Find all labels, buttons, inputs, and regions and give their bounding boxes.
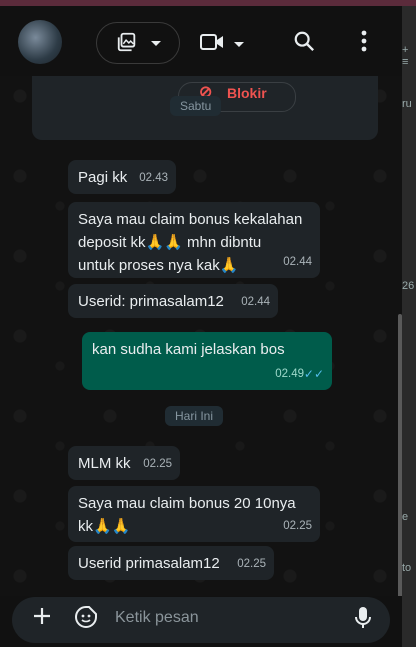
contact-avatar[interactable] <box>18 20 62 64</box>
date-separator: Hari Ini <box>165 406 224 426</box>
chat-app: ⊘ Blokir Sabtu Pagi kk 02.43 Saya mau cl… <box>0 6 402 647</box>
message-text: Userid primasalam12 <box>78 555 220 572</box>
edge-text: + ≡ <box>402 44 409 68</box>
message-time: 02.43 <box>139 172 168 184</box>
sticker-icon[interactable] <box>74 605 98 635</box>
edge-text: to <box>402 562 412 574</box>
media-picker-icon[interactable] <box>116 31 138 59</box>
message-bubble[interactable]: Userid: primasalam12 02.44 <box>68 284 278 318</box>
chevron-down-icon[interactable] <box>149 33 163 56</box>
message-text: kan sudha kami jelaskan bos <box>92 341 285 358</box>
read-receipt-icon: ✓✓ <box>303 367 324 381</box>
message-text: Pagi kk <box>78 169 128 186</box>
mic-icon[interactable] <box>354 606 372 636</box>
message-list[interactable]: ⊘ Blokir Sabtu Pagi kk 02.43 Saya mau cl… <box>0 76 402 596</box>
message-input[interactable]: Ketik pesan <box>12 597 390 643</box>
video-call-icon[interactable] <box>200 32 224 58</box>
message-time: 02.44 <box>283 256 312 268</box>
composer-bar: Ketik pesan <box>0 596 402 647</box>
message-time: 02.25 <box>237 558 266 570</box>
media-video-pill[interactable] <box>96 22 180 64</box>
more-vertical-icon[interactable] <box>360 30 368 58</box>
edge-text: e <box>402 511 409 523</box>
message-text: MLM kk <box>78 455 131 472</box>
message-time: 02.49 <box>275 368 304 380</box>
message-bubble[interactable]: MLM kk 02.25 <box>68 446 180 480</box>
message-bubble-outgoing[interactable]: kan sudha kami jelaskan bos 02.49 ✓✓ <box>82 332 332 390</box>
message-bubble[interactable]: Userid primasalam12 02.25 <box>68 546 274 580</box>
search-icon[interactable] <box>293 30 315 58</box>
message-bubble[interactable]: Saya mau claim bonus kekalahan deposit k… <box>68 202 320 278</box>
message-time: 02.25 <box>283 520 312 532</box>
message-time: 02.44 <box>241 296 270 308</box>
message-text: Saya mau claim bonus 20 10nya kk🙏🙏 <box>78 495 296 535</box>
date-separator: Sabtu <box>170 96 222 116</box>
background-window-edge: + ≡ ru 26 e to <box>402 6 416 647</box>
message-bubble[interactable]: Saya mau claim bonus 20 10nya kk🙏🙏 02.25 <box>68 486 320 542</box>
edge-text: ru <box>402 98 412 110</box>
message-bubble[interactable]: Pagi kk 02.43 <box>68 160 176 194</box>
plus-icon[interactable] <box>32 606 52 632</box>
message-time: 02.25 <box>143 458 172 470</box>
chevron-down-icon[interactable] <box>232 34 246 57</box>
message-text: Userid: primasalam12 <box>78 293 224 310</box>
message-input-placeholder: Ketik pesan <box>115 609 199 626</box>
edge-text: 26 <box>402 280 415 292</box>
chat-header <box>0 6 402 76</box>
message-text: Saya mau claim bonus kekalahan deposit k… <box>78 211 303 274</box>
